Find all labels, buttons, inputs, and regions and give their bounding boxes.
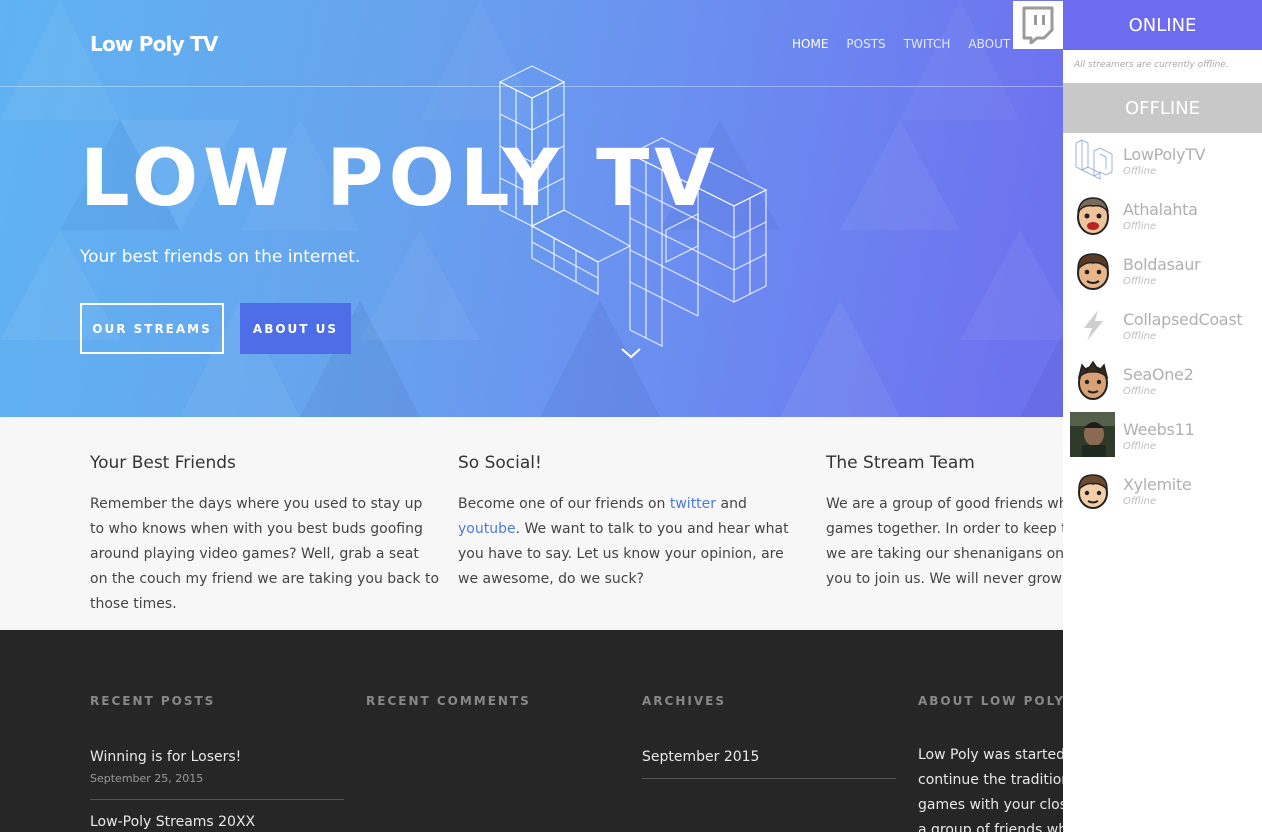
- streamer-status: Offline: [1123, 276, 1157, 287]
- widget-heading: RECENT POSTS: [90, 694, 216, 708]
- offline-streamer-list: LowPolyTV Offline Athalahta Offline Bold…: [1063, 133, 1262, 522]
- cartoon-face-icon: [1070, 247, 1115, 292]
- hero-title: LOW POLY TV: [80, 134, 720, 224]
- feature-text: Remember the days where you used to stay…: [90, 496, 440, 612]
- nav-posts[interactable]: POSTS: [846, 37, 885, 51]
- streamer-item[interactable]: LowPolyTV Offline: [1063, 137, 1262, 192]
- post-date: September 25, 2015: [90, 772, 204, 785]
- streamer-status: Offline: [1123, 441, 1157, 452]
- our-streams-button[interactable]: OUR STREAMS: [80, 303, 224, 354]
- recent-comments-widget: RECENT COMMENTS: [366, 694, 622, 708]
- twitch-icon: [1022, 6, 1054, 44]
- streamer-item[interactable]: CollapsedCoast Offline: [1063, 302, 1262, 357]
- cartoon-face-icon: [1070, 357, 1115, 402]
- streamer-item[interactable]: Weebs11 Offline: [1063, 412, 1262, 467]
- streamer-item[interactable]: Athalahta Offline: [1063, 192, 1262, 247]
- main-nav: HOME POSTS TWITCH ABOUT U: [792, 37, 1023, 51]
- streamer-status: Offline: [1123, 386, 1157, 397]
- lp-logo-icon: [1070, 137, 1115, 182]
- streamer-status: Offline: [1123, 166, 1157, 177]
- streamer-name: Weebs11: [1123, 420, 1195, 439]
- divider: [642, 778, 896, 779]
- cartoon-face-icon: [1070, 467, 1115, 512]
- twitch-toggle[interactable]: [1013, 1, 1063, 49]
- streamer-name: Xylemite: [1123, 475, 1192, 494]
- streamer-item[interactable]: Xylemite Offline: [1063, 467, 1262, 522]
- post-link[interactable]: Low-Poly Streams 20XX: [90, 814, 346, 830]
- feature-text: We are a group of good friends who games…: [826, 496, 1063, 587]
- online-heading: ONLINE: [1063, 0, 1262, 50]
- widget-heading: RECENT COMMENTS: [366, 694, 531, 708]
- chevron-down-icon[interactable]: [620, 346, 642, 360]
- archive-link[interactable]: September 2015: [642, 749, 898, 765]
- photo-avatar: [1070, 412, 1115, 457]
- streamer-name: LowPolyTV: [1123, 145, 1206, 164]
- lightning-icon: [1070, 302, 1115, 347]
- streamer-name: Boldasaur: [1123, 255, 1201, 274]
- about-us-button[interactable]: ABOUT US: [240, 303, 351, 354]
- site-brand[interactable]: Low Poly TV: [90, 32, 218, 56]
- twitter-link[interactable]: twitter: [670, 496, 716, 512]
- feature-title: So Social!: [458, 453, 542, 473]
- feature-best-friends: Your Best Friends Remember the days wher…: [90, 453, 440, 617]
- recent-posts-widget: RECENT POSTS Winning is for Losers! Sept…: [90, 694, 346, 830]
- widget-heading: ARCHIVES: [642, 694, 726, 708]
- streamer-name: SeaOne2: [1123, 365, 1194, 384]
- twitch-streamers-panel: ONLINE All streamers are currently offli…: [1063, 0, 1262, 832]
- online-empty-note: All streamers are currently offline.: [1074, 60, 1229, 70]
- streamer-status: Offline: [1123, 331, 1157, 342]
- post-link[interactable]: Winning is for Losers!: [90, 749, 346, 765]
- nav-twitch[interactable]: TWITCH: [904, 37, 951, 51]
- cartoon-face-icon: [1070, 192, 1115, 237]
- nav-home[interactable]: HOME: [792, 37, 828, 51]
- streamer-item[interactable]: SeaOne2 Offline: [1063, 357, 1262, 412]
- streamer-name: Athalahta: [1123, 200, 1198, 219]
- divider: [90, 799, 344, 800]
- streamer-status: Offline: [1123, 496, 1157, 507]
- feature-text: Become one of our friends on twitter and…: [458, 496, 789, 587]
- hero-subtitle: Your best friends on the internet.: [80, 247, 361, 267]
- streamer-name: CollapsedCoast: [1123, 310, 1243, 329]
- offline-heading: OFFLINE: [1063, 83, 1262, 133]
- streamer-item[interactable]: Boldasaur Offline: [1063, 247, 1262, 302]
- youtube-link[interactable]: youtube: [458, 521, 516, 537]
- archives-widget: ARCHIVES September 2015: [642, 694, 898, 779]
- streamer-status: Offline: [1123, 221, 1157, 232]
- feature-so-social: So Social! Become one of our friends on …: [458, 453, 808, 592]
- about-text: Low Poly was started i continue the trad…: [918, 747, 1076, 832]
- feature-title: Your Best Friends: [90, 453, 236, 473]
